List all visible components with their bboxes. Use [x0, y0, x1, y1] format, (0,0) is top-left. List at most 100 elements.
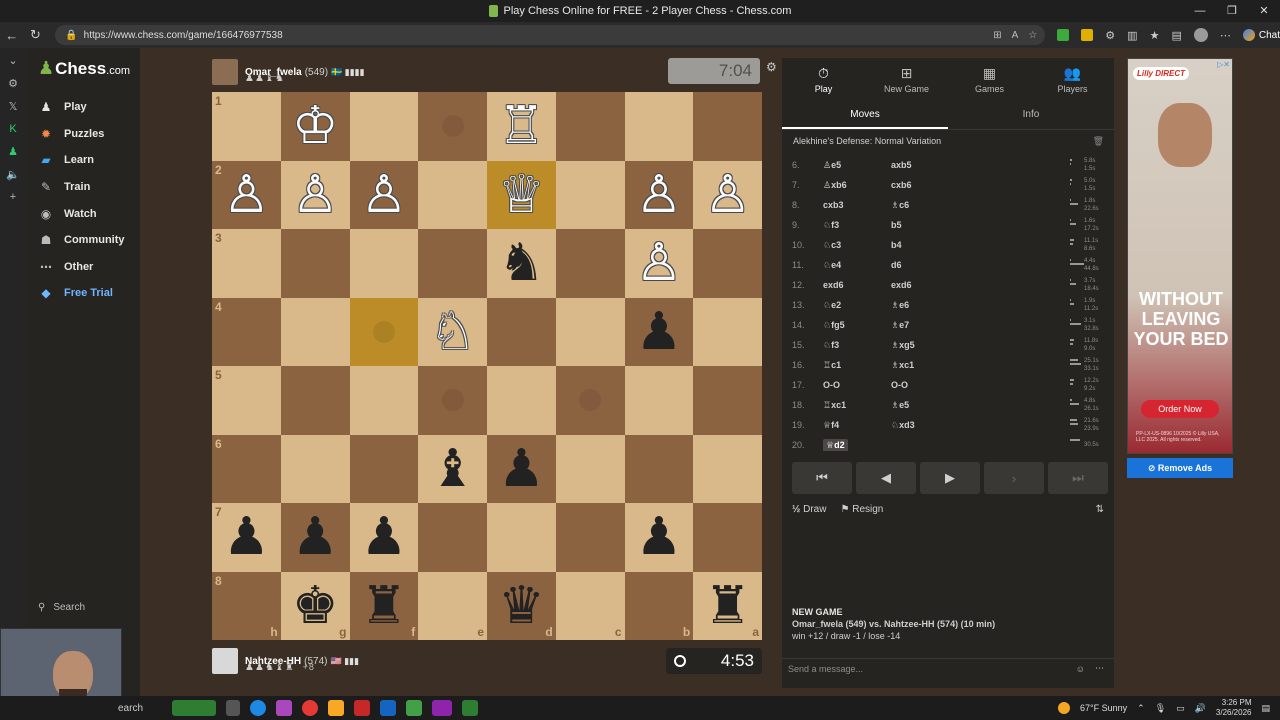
ad-order-button[interactable]: Order Now [1141, 400, 1219, 418]
mic-icon[interactable]: 🎙 [1155, 703, 1166, 714]
square-a2[interactable]: ♙ [693, 160, 762, 229]
white-move[interactable]: cxb3 [823, 200, 844, 210]
square-b6[interactable] [624, 434, 694, 503]
square-d8[interactable]: d ♛ [487, 571, 556, 640]
white-move[interactable]: exd6 [823, 280, 844, 290]
black-move[interactable]: ♗e5 [891, 400, 909, 411]
app-red-icon[interactable] [354, 700, 370, 716]
draw-button[interactable]: ½ Draw [792, 504, 826, 515]
square-f8[interactable]: f ♜ [349, 571, 419, 640]
white-move[interactable]: ♘c3 [823, 240, 841, 251]
extension-yellow-icon[interactable] [1081, 29, 1094, 41]
sidebar-item-other[interactable]: ⋯ Other [38, 254, 125, 281]
maximize-button[interactable]: ❐ [1216, 0, 1248, 22]
square-e5[interactable] [418, 366, 487, 435]
square-d6[interactable]: ♟ [487, 434, 556, 503]
battery-icon[interactable]: ▭ [1176, 703, 1185, 714]
weather-text[interactable]: 67°F Sunny [1080, 703, 1127, 713]
settings-icon[interactable]: ⚙ [8, 77, 18, 90]
chess-app-icon[interactable]: ♟ [8, 145, 18, 158]
square-a4[interactable] [693, 297, 762, 366]
opera-icon[interactable] [302, 700, 318, 716]
square-g6[interactable] [280, 434, 350, 503]
white-move[interactable]: ♕d2 [823, 438, 848, 451]
chess-taskbar-icon[interactable] [462, 700, 478, 716]
square-b4[interactable]: ♟ [624, 297, 694, 366]
square-f2[interactable]: ♙ [349, 160, 419, 229]
square-c2[interactable] [555, 160, 625, 229]
edge-icon[interactable] [250, 700, 266, 716]
square-h1[interactable]: 1 [212, 92, 281, 161]
black-move[interactable]: b5 [891, 220, 902, 230]
back-icon[interactable]: ← [0, 28, 24, 43]
ad-choices-icon[interactable]: ▷✕ [1217, 60, 1230, 69]
square-g5[interactable] [280, 366, 350, 435]
square-f5[interactable] [349, 366, 419, 435]
square-c5[interactable] [555, 366, 625, 435]
tab-play[interactable]: ⏱ Play [782, 58, 865, 100]
black-pawn-icon[interactable]: ♟ [361, 511, 408, 563]
black-pawn-icon[interactable]: ♟ [498, 443, 545, 495]
taskbar-search[interactable]: earch [118, 703, 143, 714]
avatar[interactable] [212, 59, 238, 85]
profile-avatar[interactable] [1193, 28, 1208, 42]
square-d2[interactable]: ♕ [487, 160, 556, 229]
black-move[interactable]: ♗e7 [891, 320, 909, 331]
square-g2[interactable]: ♙ [280, 160, 350, 229]
black-move[interactable]: axb5 [891, 160, 912, 170]
black-move[interactable]: d6 [891, 260, 902, 270]
x-app-icon[interactable]: 𝕏 [9, 100, 18, 113]
square-h5[interactable]: 5 [212, 366, 281, 435]
previous-move-button[interactable]: ◀ [856, 462, 916, 494]
step-forward-button[interactable]: › [984, 462, 1044, 494]
tab-games[interactable]: ▦ Games [948, 58, 1031, 100]
white-move[interactable]: ♘e2 [823, 300, 841, 311]
add-app-icon[interactable]: + [10, 191, 16, 203]
white-pawn-icon[interactable]: ♙ [292, 169, 339, 221]
move-list[interactable]: 6. ♙e5 axb5 5.8s 1.5s 7. ♙xb6 cxb6 5.0s 1.5s 8. cxb… [782, 155, 1114, 451]
tab-new-game[interactable]: ⊞ New Game [865, 58, 948, 100]
square-d3[interactable]: ♞ [487, 229, 556, 298]
white-move[interactable]: ♙xb6 [823, 180, 847, 191]
square-h2[interactable]: 2 ♙ [212, 160, 281, 229]
square-e2[interactable] [418, 160, 487, 229]
ad-banner[interactable]: ▷✕ Lilly DIRECT WITHOUT LEAVING YOUR BED… [1127, 58, 1233, 454]
weather-widget-icon[interactable] [172, 700, 216, 716]
black-king-icon[interactable]: ♚ [292, 580, 339, 632]
chat-input[interactable]: Send a message... ☺ ⋯ [782, 658, 1114, 678]
chess-board[interactable]: 1 ♔ ♖ 2 ♙ ♙ ♙ ♕ ♙ ♙ 3 ♞ ♙ 4 ♘ ♟ 5 6 ♝ ♟ 7 ♟ ♟ ♟ ♟ 8 h g ♚ f ♜ e d ♛ c b a ♜ [212, 92, 762, 640]
square-c6[interactable] [555, 434, 625, 503]
sidebar-item-community[interactable]: ☗ Community [38, 227, 125, 254]
square-f4[interactable] [349, 297, 419, 366]
sidebar-item-play[interactable]: ♟ Play [38, 94, 125, 121]
square-f6[interactable] [349, 434, 419, 503]
advertisement[interactable]: ▷✕ Lilly DIRECT WITHOUT LEAVING YOUR BED… [1127, 58, 1233, 478]
apps-icon[interactable]: ⊞ [993, 30, 1001, 41]
split-screen-icon[interactable]: ▥ [1127, 29, 1137, 42]
square-e1[interactable] [418, 92, 487, 161]
square-d4[interactable] [487, 297, 556, 366]
square-g8[interactable]: g ♚ [280, 571, 350, 640]
tab-players[interactable]: 👥 Players [1031, 58, 1114, 100]
sidebar-item-watch[interactable]: ◉ Watch [38, 200, 125, 227]
black-move[interactable]: O-O [891, 380, 908, 390]
square-b8[interactable]: b [624, 571, 694, 640]
square-e3[interactable] [418, 229, 487, 298]
white-pawn-icon[interactable]: ♙ [704, 169, 751, 221]
white-knight-icon[interactable]: ♘ [429, 306, 476, 358]
square-c3[interactable] [555, 229, 625, 298]
square-g4[interactable] [280, 297, 350, 366]
favorite-star-icon[interactable]: ☆ [1028, 30, 1037, 41]
sidebar-item-puzzles[interactable]: ✹ Puzzles [38, 121, 125, 148]
square-e6[interactable]: ♝ [418, 434, 487, 503]
black-pawn-icon[interactable]: ♟ [636, 511, 683, 563]
board-settings-icon[interactable]: ⚙ [766, 60, 777, 74]
square-e4[interactable]: ♘ [418, 297, 487, 366]
collections-icon[interactable]: ▤ [1171, 29, 1181, 42]
app-green-icon[interactable] [406, 700, 422, 716]
task-view-icon[interactable] [226, 700, 240, 716]
white-queen-icon[interactable]: ♕ [498, 169, 545, 221]
notification-icon[interactable]: ▤ [1261, 703, 1270, 714]
black-move[interactable]: cxb6 [891, 180, 912, 190]
tray-overflow-icon[interactable]: ⌃ [1137, 703, 1145, 714]
